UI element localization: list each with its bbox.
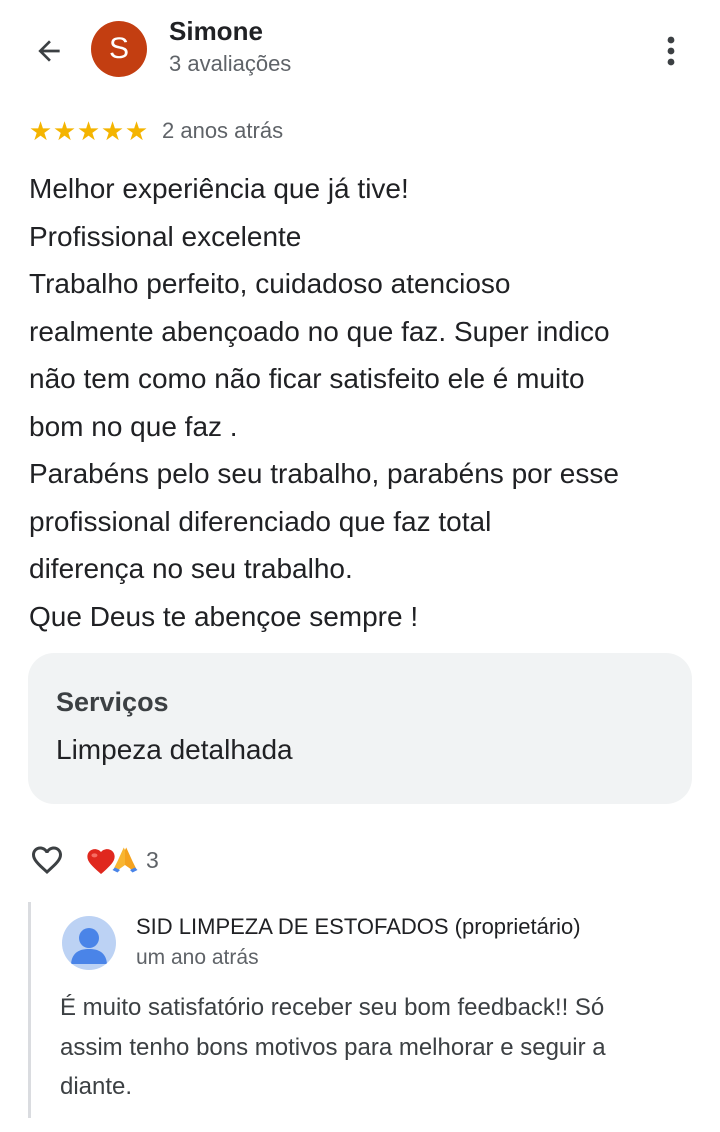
services-value: Limpeza detalhada bbox=[56, 734, 293, 765]
star-icon: ★ bbox=[52, 115, 76, 146]
owner-name: SID LIMPEZA DE ESTOFADOS (proprietário) bbox=[136, 914, 581, 939]
owner-reply-line: diante. bbox=[60, 1073, 133, 1100]
owner-reply-text: É muito satisfatório receber seu bom fee… bbox=[60, 988, 700, 1107]
review-line: realmente abençoado no que faz. Super in… bbox=[29, 315, 610, 347]
owner-reply-line: É muito satisfatório receber seu bom fee… bbox=[60, 994, 605, 1021]
praying-hands-emoji-icon bbox=[112, 847, 138, 873]
star-rating: ★ ★ ★ ★ ★ bbox=[28, 116, 148, 147]
reaction-emojis[interactable]: 3 bbox=[84, 845, 159, 875]
owner-reply: SID LIMPEZA DE ESTOFADOS (proprietário) … bbox=[28, 902, 701, 1118]
back-button[interactable] bbox=[26, 28, 72, 74]
reviewer-review-count: 3 avaliações bbox=[169, 51, 292, 76]
services-card: Serviços Limpeza detalhada bbox=[28, 653, 692, 804]
reactions-row: 3 bbox=[26, 838, 159, 882]
review-line: profissional diferenciado que faz total bbox=[29, 505, 492, 537]
review-line: Que Deus te abençoe sempre ! bbox=[29, 600, 419, 632]
more-vert-icon bbox=[667, 36, 675, 66]
star-icon: ★ bbox=[76, 115, 100, 146]
arrow-back-icon bbox=[38, 40, 60, 62]
review-header: S Simone 3 avaliações bbox=[0, 0, 720, 100]
review-line: diferença no seu trabalho. bbox=[29, 553, 353, 584]
review-line: Trabalho perfeito, cuidadoso atencioso bbox=[29, 268, 511, 299]
like-button[interactable] bbox=[26, 839, 68, 881]
review-line: Melhor experiência que já tive! bbox=[29, 173, 409, 204]
review-line: Profissional excelente bbox=[29, 220, 302, 252]
more-options-button[interactable] bbox=[650, 28, 692, 74]
reaction-count: 3 bbox=[146, 846, 159, 873]
review-text: Melhor experiência que já tive! Profissi… bbox=[29, 165, 699, 640]
review-date: 2 anos atrás bbox=[162, 118, 284, 143]
star-icon: ★ bbox=[28, 115, 52, 146]
reviewer-avatar[interactable]: S bbox=[91, 21, 147, 77]
review-line: bom no que faz . bbox=[29, 410, 238, 442]
reviewer-name[interactable]: Simone bbox=[169, 16, 263, 47]
owner-avatar bbox=[62, 916, 116, 970]
star-icon: ★ bbox=[100, 115, 124, 146]
person-icon bbox=[71, 928, 107, 964]
review-line: Parabéns pelo seu trabalho, parabéns por… bbox=[29, 458, 619, 489]
services-title: Serviços bbox=[56, 687, 169, 717]
owner-reply-date: um ano atrás bbox=[136, 946, 259, 969]
heart-outline-icon bbox=[32, 846, 62, 875]
review-line: não tem como não ficar satisfeito ele é … bbox=[29, 363, 585, 394]
owner-reply-line: assim tenho bons motivos para melhorar e… bbox=[60, 1033, 606, 1061]
star-icon: ★ bbox=[124, 115, 148, 146]
rating-row: ★ ★ ★ ★ ★ 2 anos atrás bbox=[28, 116, 283, 146]
